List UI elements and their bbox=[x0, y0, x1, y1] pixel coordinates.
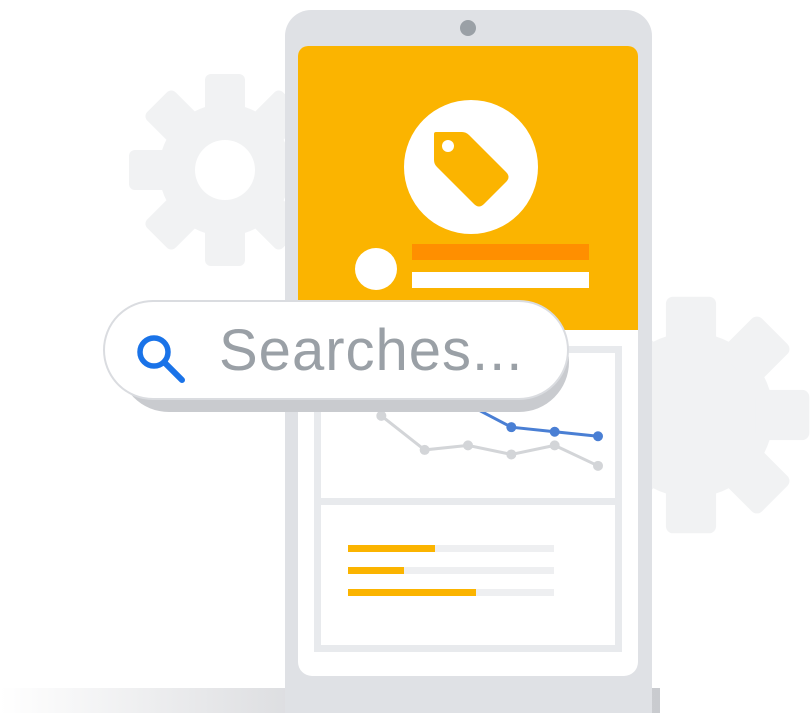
data-point bbox=[419, 444, 430, 455]
hero-icon-circle bbox=[404, 100, 538, 234]
data-point bbox=[593, 460, 603, 471]
data-point bbox=[506, 449, 517, 460]
data-point bbox=[549, 440, 560, 451]
phone-camera bbox=[460, 20, 476, 36]
search-icon[interactable] bbox=[131, 329, 191, 389]
avatar bbox=[355, 248, 397, 290]
price-tag-icon bbox=[434, 132, 509, 207]
progress-track bbox=[348, 589, 554, 596]
panel-divider bbox=[314, 498, 622, 505]
hero-banner bbox=[298, 46, 638, 330]
data-point bbox=[549, 426, 560, 437]
search-placeholder[interactable]: Searches... bbox=[219, 316, 523, 386]
series-line-1 bbox=[380, 414, 599, 468]
data-point bbox=[376, 410, 387, 421]
progress-track bbox=[348, 545, 554, 552]
data-point bbox=[463, 440, 473, 451]
progress-fill bbox=[348, 589, 476, 596]
progress-fill bbox=[348, 567, 404, 574]
progress-track bbox=[348, 567, 554, 574]
progress-fill bbox=[348, 545, 435, 552]
data-point bbox=[593, 431, 603, 442]
hero-title-placeholder bbox=[412, 244, 589, 260]
hero-subtitle-placeholder bbox=[412, 272, 589, 288]
data-point bbox=[506, 422, 517, 433]
